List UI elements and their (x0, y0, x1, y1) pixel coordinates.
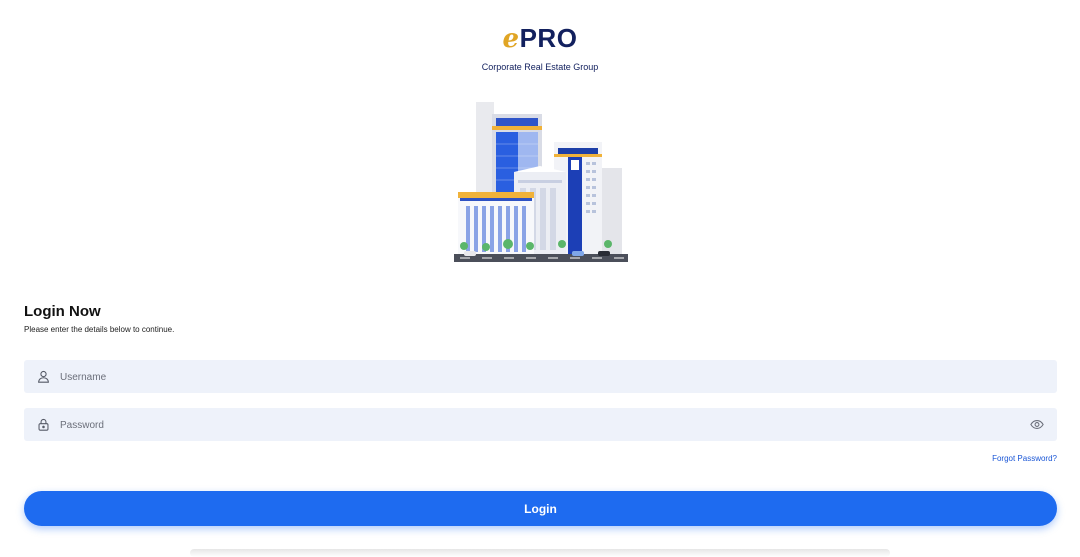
city-buildings-illustration (454, 102, 628, 262)
brand-tagline: Corporate Real Estate Group (481, 62, 599, 72)
login-subtitle: Please enter the details below to contin… (24, 325, 175, 334)
login-title: Login Now (24, 303, 101, 320)
lock-icon (38, 418, 49, 431)
page-bottom-divider (190, 549, 890, 557)
epro-logo: ePRO (0, 22, 1080, 55)
user-icon (38, 370, 49, 383)
login-button[interactable]: Login (24, 491, 1057, 526)
password-field[interactable] (24, 408, 1057, 443)
password-input[interactable] (58, 408, 1022, 443)
login-header: Login Now Please enter the details below… (24, 303, 174, 334)
forgot-password-link[interactable]: Forgot Password? (992, 454, 1057, 463)
username-field[interactable] (24, 360, 1057, 395)
username-input[interactable] (58, 360, 1022, 395)
eye-icon[interactable] (1030, 419, 1044, 430)
logo-e: e (502, 24, 520, 54)
logo-pro: PRO (519, 23, 578, 53)
brand-header: ePRO Corporate Real Estate Group (0, 22, 1080, 72)
